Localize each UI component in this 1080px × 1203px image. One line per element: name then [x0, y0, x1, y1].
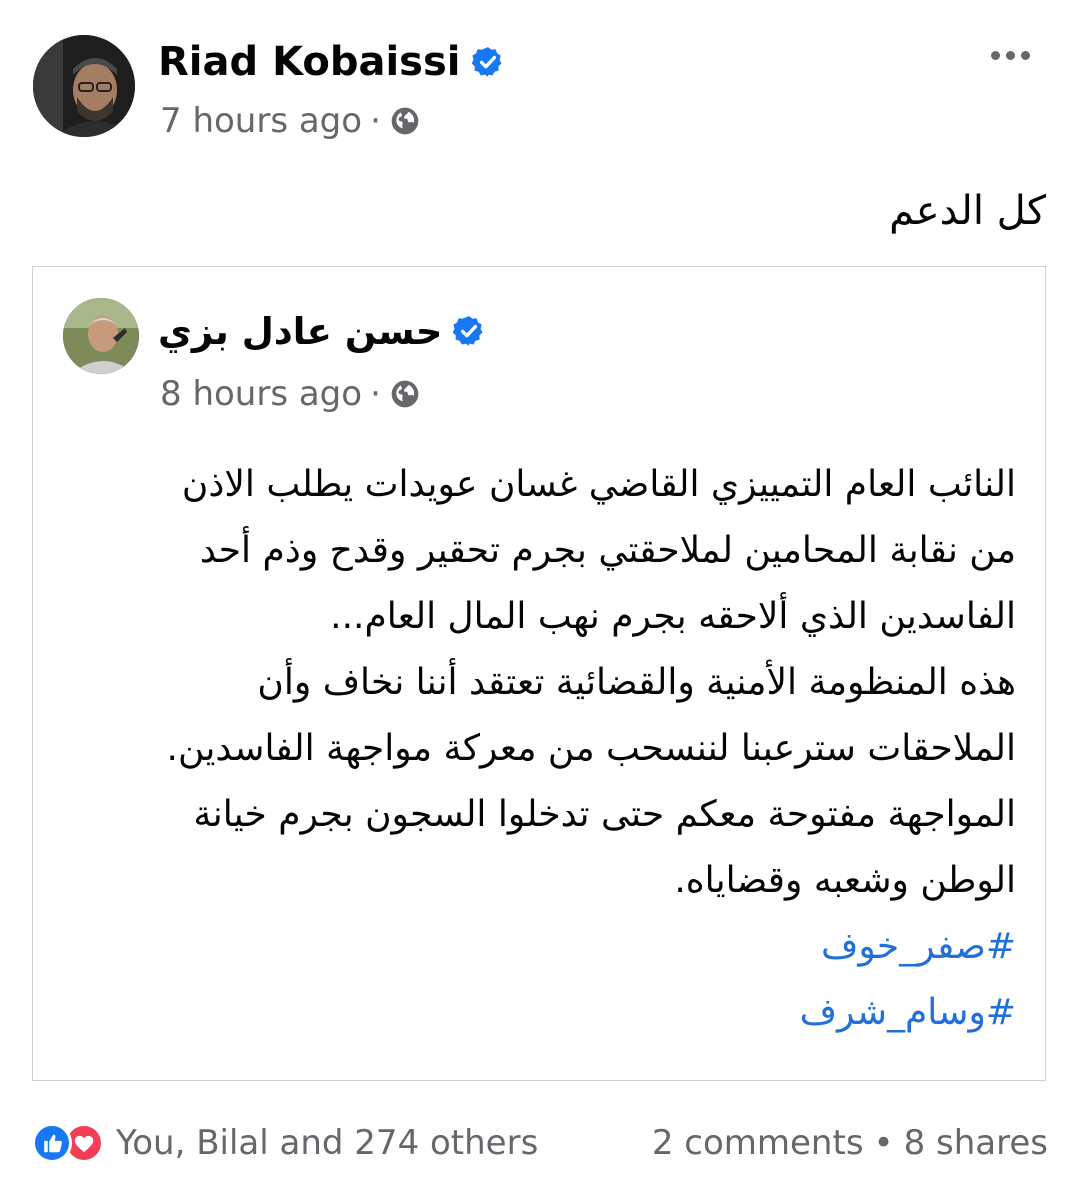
post-text-line: هذه المنظومة الأمنية والقضائية تعتقد أنن…	[257, 662, 1016, 703]
reaction-icons	[32, 1123, 108, 1163]
globe-icon[interactable]	[389, 105, 421, 137]
shared-author-name-text[interactable]: حسن عادل بزي	[158, 310, 442, 353]
post-text-line: المواجهة مفتوحة معكم حتى تدخلوا السجون ب…	[193, 794, 1016, 835]
post-text-line: الملاحقات سترعبنا لننسحب من معركة مواجهة…	[166, 728, 1016, 769]
hashtag-link[interactable]: #وسام_شرف	[90, 980, 1016, 1046]
more-dot	[990, 50, 1000, 60]
reactions-summary[interactable]: You, Bilal and 274 others	[32, 1123, 538, 1163]
post-caption: كل الدعم	[889, 188, 1046, 234]
verified-badge-icon	[452, 314, 486, 348]
meta-separator: ·	[370, 101, 381, 141]
post-timestamp[interactable]: 7 hours ago	[160, 101, 362, 141]
post-text-line: من نقابة المحامين لملاحقتي بجرم تحقير وق…	[199, 530, 1016, 571]
more-dot	[1005, 50, 1015, 60]
author-avatar[interactable]	[33, 35, 135, 137]
post-text-line: النائب العام التمييزي القاضي غسان عويدات…	[181, 464, 1016, 505]
author-name-text[interactable]: Riad Kobaissi	[158, 39, 461, 85]
post-meta: 7 hours ago ·	[160, 98, 421, 144]
shared-author-name[interactable]: حسن عادل بزي	[158, 305, 486, 357]
globe-icon[interactable]	[389, 378, 421, 410]
meta-separator: ·	[370, 374, 381, 414]
post-text-line: الفاسدين الذي ألاحقه بجرم نهب المال العا…	[330, 596, 1016, 637]
more-dot	[1020, 50, 1030, 60]
shared-post-meta: 8 hours ago ·	[160, 371, 421, 417]
verified-badge-icon	[471, 45, 505, 79]
facebook-post: Riad Kobaissi 7 hours ago · كل الدعم حسن…	[0, 0, 1080, 1203]
shares-count[interactable]: 8 shares	[904, 1123, 1048, 1163]
reactions-text[interactable]: You, Bilal and 274 others	[116, 1123, 538, 1163]
hashtag-link[interactable]: #صفر_خوف	[90, 914, 1016, 980]
shared-post-timestamp[interactable]: 8 hours ago	[160, 374, 362, 414]
reactions-bar: You, Bilal and 274 others 2 comments • 8…	[32, 1115, 1048, 1171]
stats-separator: •	[873, 1123, 894, 1163]
engagement-stats: 2 comments • 8 shares	[652, 1123, 1048, 1163]
more-options-icon[interactable]	[982, 38, 1038, 72]
author-name[interactable]: Riad Kobaissi	[158, 36, 505, 88]
shared-author-avatar[interactable]	[63, 298, 139, 374]
shared-post-text: النائب العام التمييزي القاضي غسان عويدات…	[90, 452, 1016, 1046]
comments-count[interactable]: 2 comments	[652, 1123, 864, 1163]
post-text-line: الوطن وشعبه وقضاياه.	[674, 860, 1016, 901]
like-reaction-icon	[32, 1123, 72, 1163]
